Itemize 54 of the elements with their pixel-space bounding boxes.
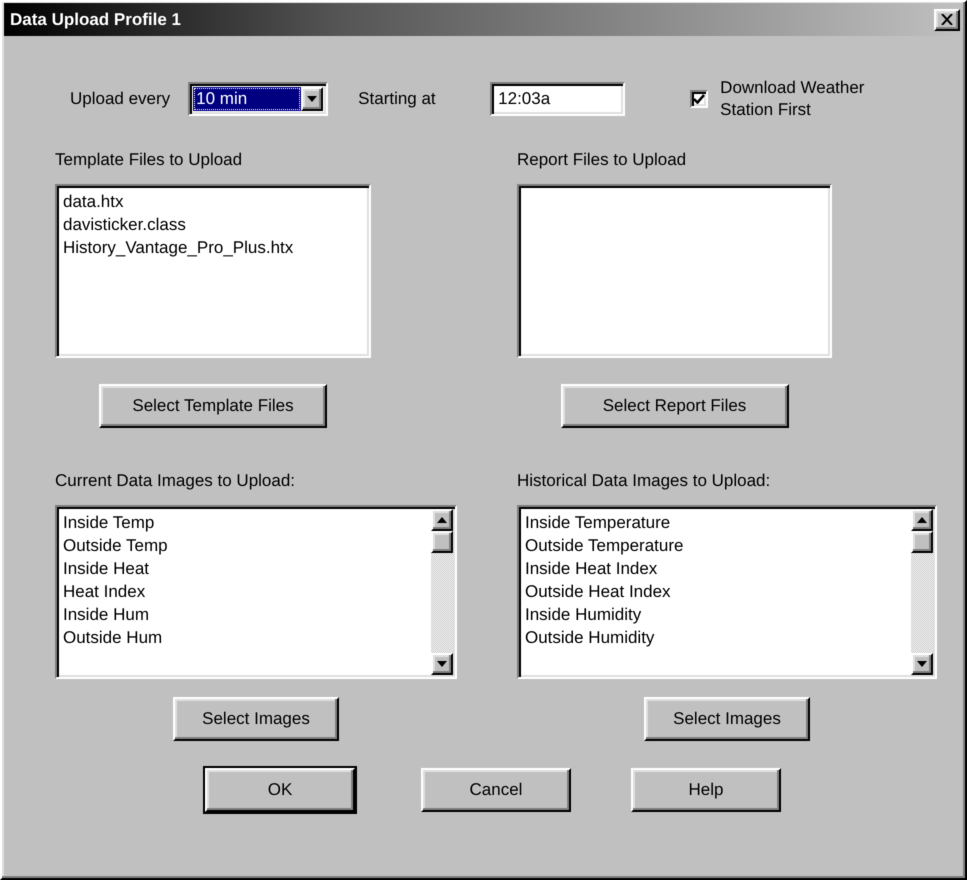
list-item[interactable]: Inside Hum (63, 603, 425, 626)
scroll-bar[interactable] (911, 509, 933, 675)
list-item[interactable]: data.htx (63, 190, 363, 213)
scroll-up-button[interactable] (431, 509, 453, 531)
list-box[interactable] (517, 184, 832, 358)
list-item[interactable]: Outside Heat Index (525, 580, 905, 603)
list-item[interactable]: davisticker.class (63, 213, 363, 236)
checkbox[interactable] (690, 90, 708, 108)
list-item[interactable]: Inside Heat Index (525, 557, 905, 580)
scroll-up-button[interactable] (911, 509, 933, 531)
cancel-button[interactable]: Cancel (421, 768, 571, 812)
close-button[interactable] (934, 8, 960, 30)
list-item[interactable]: Inside Temperature (525, 511, 905, 534)
list-box[interactable]: Inside Temp Outside Temp Inside Heat Heat Index Inside Hum Outside Hum (55, 505, 457, 679)
window-title: Data Upload Profile 1 (10, 10, 181, 30)
checkbox-label: Download Weather Station First (720, 77, 866, 121)
report-files-label: Report Files to Upload (517, 150, 688, 170)
scroll-bar[interactable] (431, 509, 453, 675)
help-button[interactable]: Help (631, 768, 781, 812)
list-box[interactable]: data.htx davisticker.class History_Vantage_Pro_Plus.htx (55, 184, 371, 358)
list-item[interactable]: Outside Humidity (525, 626, 905, 649)
starting-at-label: Starting at (358, 89, 437, 109)
list-item[interactable]: Heat Index (63, 580, 425, 603)
start-time-field[interactable]: 12:03a (490, 82, 626, 116)
down-arrow-icon (917, 661, 927, 667)
scroll-down-button[interactable] (431, 653, 453, 675)
checkmark-icon (693, 94, 706, 104)
scroll-down-button[interactable] (911, 653, 933, 675)
close-icon (941, 14, 953, 25)
up-arrow-icon (917, 517, 927, 523)
upload-every-label: Upload every (70, 89, 170, 109)
dropdown-arrow-icon (307, 96, 318, 102)
list-item[interactable]: Inside Heat (63, 557, 425, 580)
select-images-button[interactable]: Select Images (644, 697, 810, 741)
down-arrow-icon (437, 661, 447, 667)
list-item[interactable]: Outside Temperature (525, 534, 905, 557)
list-box[interactable]: Inside Temperature Outside Temperature Inside Heat Index Outside Heat Index Inside Humidity Outside Humidity (517, 505, 937, 679)
dropdown-value: 10 min (193, 87, 302, 111)
scroll-thumb[interactable] (911, 531, 933, 553)
select-template-files-button[interactable]: Select Template Files (99, 384, 327, 428)
historical-images-label: Historical Data Images to Upload: (517, 471, 772, 491)
list-item[interactable]: Outside Hum (63, 626, 425, 649)
list-item[interactable]: History_Vantage_Pro_Plus.htx (63, 236, 363, 259)
upload-interval-dropdown[interactable]: 10 min (188, 82, 328, 116)
current-images-label: Current Data Images to Upload: (55, 471, 296, 491)
up-arrow-icon (437, 517, 447, 523)
template-files-label: Template Files to Upload (55, 150, 244, 170)
list-item[interactable]: Inside Temp (63, 511, 425, 534)
select-images-button[interactable]: Select Images (173, 697, 339, 741)
scroll-thumb[interactable] (431, 531, 453, 553)
list-item[interactable]: Inside Humidity (525, 603, 905, 626)
select-report-files-button[interactable]: Select Report Files (560, 384, 788, 428)
list-item[interactable]: Outside Temp (63, 534, 425, 557)
ok-button[interactable]: OK (205, 768, 355, 812)
